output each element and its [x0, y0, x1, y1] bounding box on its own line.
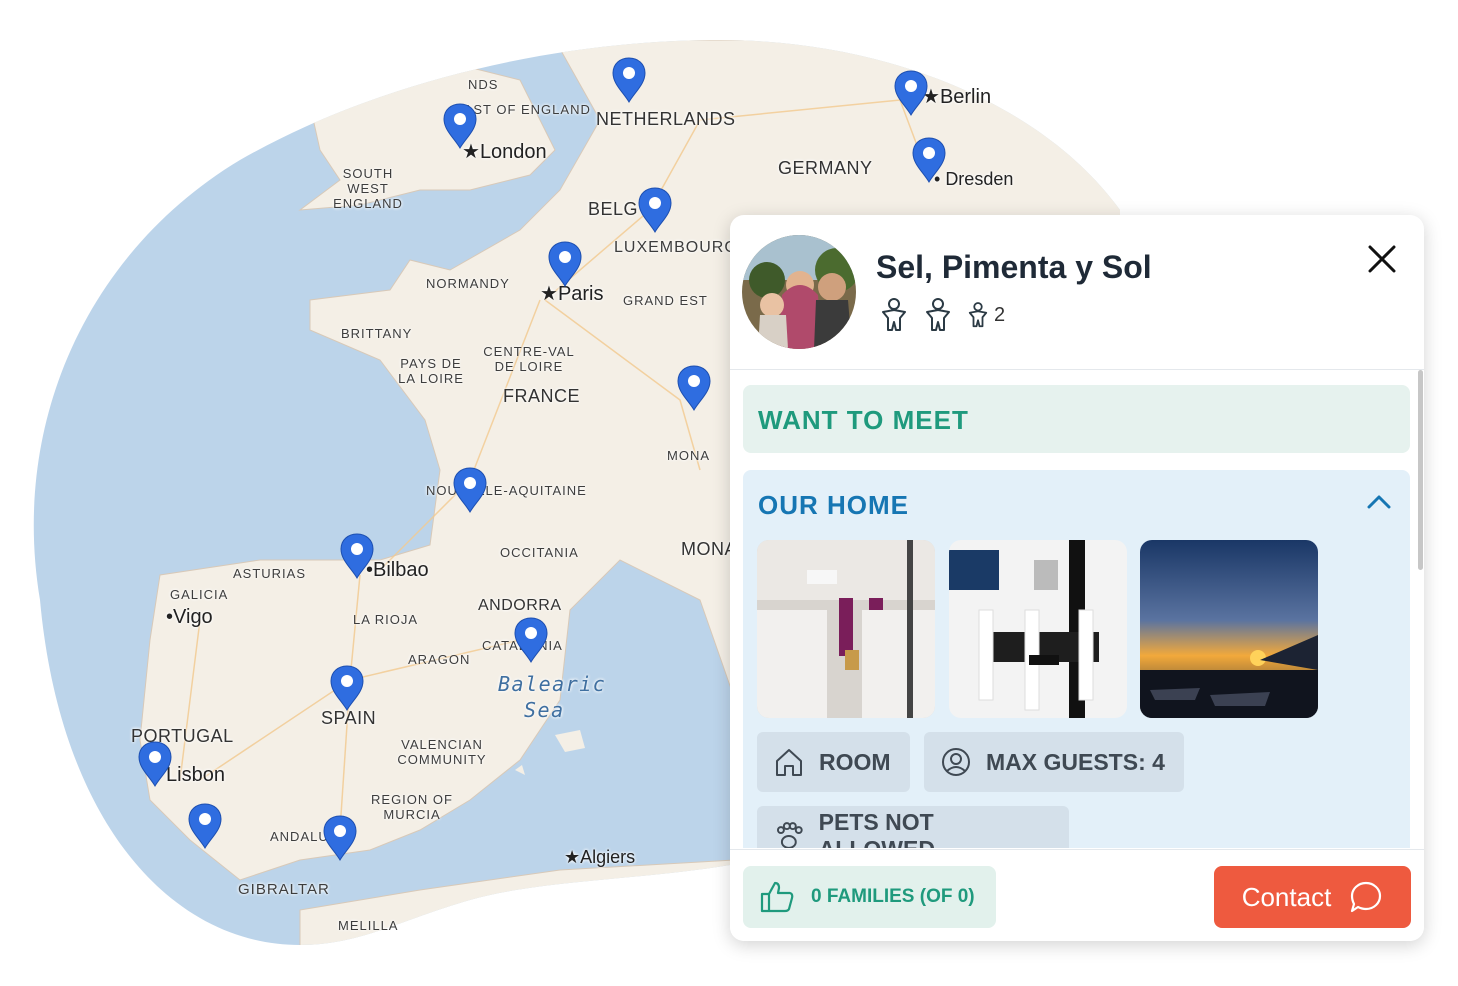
want-to-meet-section[interactable]: WANT TO MEET: [743, 385, 1410, 453]
map-pin-icon[interactable]: [442, 102, 478, 150]
thumbs-up-icon: [760, 881, 794, 913]
map-label-germany: GERMANY: [778, 158, 873, 178]
map-label-galicia: GALICIA: [170, 587, 229, 602]
home-photo-bedroom[interactable]: [757, 540, 935, 718]
map-pin-icon[interactable]: [547, 240, 583, 288]
home-photo-sunset[interactable]: [1140, 540, 1318, 718]
card-scroll-area[interactable]: WANT TO MEET OUR HOME ROOM MAX GUESTS: 4…: [730, 370, 1424, 848]
child-icon: [968, 302, 988, 328]
families-label: 0 FAMILIES (OF 0): [811, 886, 975, 907]
map-pin-icon[interactable]: [911, 136, 947, 184]
home-icon: [776, 749, 802, 776]
map-label-normandy: NORMANDY: [426, 276, 510, 291]
family-card: Sel, Pimenta y Sol 2 WANT TO MEET OUR HO…: [730, 215, 1424, 941]
close-button[interactable]: [1360, 237, 1404, 281]
family-avatar[interactable]: [742, 235, 856, 349]
map-label-nouvelle-aquitaine: NOUVELLE-AQUITAINE: [426, 483, 587, 498]
map-pin-icon[interactable]: [452, 466, 488, 514]
map-label-nds: NDS: [468, 77, 499, 92]
map-label-sea: Sea: [524, 698, 565, 722]
card-footer: 0 FAMILIES (OF 0) Contact: [730, 849, 1424, 941]
tag-room-label: ROOM: [819, 748, 891, 775]
our-home-section: OUR HOME ROOM MAX GUESTS: 4 PETS NOT: [743, 470, 1410, 848]
map-pin-icon[interactable]: [329, 664, 365, 712]
map-label-lisbon: Lisbon: [166, 764, 225, 786]
family-members: 2: [878, 295, 1005, 335]
map-pin-icon[interactable]: [637, 186, 673, 234]
chevron-up-icon[interactable]: [1365, 492, 1393, 512]
card-header: Sel, Pimenta y Sol 2: [730, 215, 1424, 370]
tag-max-guests-label: MAX GUESTS: 4: [986, 748, 1165, 775]
map-pin-icon[interactable]: [611, 56, 647, 104]
map-label-occitania: OCCITANIA: [500, 545, 579, 560]
map-label-aragon: ARAGON: [408, 652, 471, 667]
home-photo-dining[interactable]: [949, 540, 1127, 718]
map-pin-icon[interactable]: [339, 532, 375, 580]
tag-pets: PETS NOT ALLOWED: [757, 806, 1069, 848]
tag-max-guests: MAX GUESTS: 4: [924, 732, 1184, 792]
map-label-bilbao: •Bilbao: [366, 559, 429, 581]
kids-count: 2: [994, 303, 1006, 326]
city-bilbao: Bilbao: [373, 559, 429, 581]
map-label-monaco: MONA: [681, 539, 737, 559]
like-families-button[interactable]: 0 FAMILIES (OF 0): [743, 866, 996, 928]
map-label-pays-de-la-loire: PAYS DE LA LOIRE: [398, 356, 464, 386]
city-berlin: Berlin: [939, 86, 992, 108]
map-pin-icon[interactable]: [137, 740, 173, 788]
map-pin-icon[interactable]: [322, 814, 358, 862]
our-home-title: OUR HOME: [758, 490, 909, 520]
map-label-luxembourg: LUXEMBOURG: [614, 239, 738, 256]
map-label-belgium: BELG: [588, 199, 639, 219]
city-dresden: Dresden: [945, 169, 1014, 189]
map-label-vigo: •Vigo: [166, 606, 213, 628]
map-pin-icon[interactable]: [187, 802, 223, 850]
map-pin-icon[interactable]: [893, 69, 929, 117]
map-label-algiers: ★Algiers: [564, 847, 636, 867]
map-label-france: FRANCE: [503, 386, 581, 406]
map-label-netherlands: NETHERLANDS: [596, 109, 736, 129]
map-label-melilla: MELILLA: [338, 918, 399, 933]
map-label-asturias: ASTURIAS: [233, 566, 307, 581]
scrollbar[interactable]: [1418, 370, 1423, 570]
user-circle-icon: [942, 748, 970, 776]
map-label-gibraltar: GIBRALTAR: [238, 881, 330, 898]
adult-icon: [882, 298, 906, 331]
city-vigo: Vigo: [173, 606, 213, 628]
map-label-la-rioja: LA RIOJA: [353, 612, 419, 627]
chat-bubble-icon: [1351, 881, 1382, 913]
map-label-paris: ★Paris: [540, 283, 604, 305]
map-label-grand-est: GRAND EST: [623, 293, 708, 308]
tag-room: ROOM: [757, 732, 910, 792]
map-label-south-west-england: SOUTH WEST ENGLAND: [333, 166, 403, 211]
map-label-spain: SPAIN: [321, 708, 377, 728]
close-icon: [1368, 245, 1396, 273]
map-label-balearic: Balearic: [498, 672, 607, 696]
map-label-region-of-murcia: REGION OF MURCIA: [371, 792, 453, 822]
paw-icon: [776, 822, 803, 848]
city-algiers: Algiers: [580, 847, 636, 867]
want-to-meet-title: WANT TO MEET: [758, 405, 969, 435]
tag-pets-label: PETS NOT ALLOWED: [818, 809, 935, 848]
map-pin-icon[interactable]: [676, 364, 712, 412]
map-label-andorra: ANDORRA: [478, 597, 562, 614]
city-london: London: [479, 141, 547, 163]
map-label-berlin: ★Berlin: [922, 86, 992, 108]
family-name: Sel, Pimenta y Sol: [876, 249, 1152, 285]
map-label-aosta: MONA: [667, 448, 710, 463]
map-label-valencian-community: VALENCIAN COMMUNITY: [397, 737, 487, 767]
contact-button[interactable]: Contact: [1214, 866, 1411, 928]
map-label-brittany: BRITTANY: [341, 326, 413, 341]
map-label-centre-val-de-loire: CENTRE-VAL DE LOIRE: [483, 344, 575, 374]
adult-icon: [926, 298, 950, 331]
map-pin-icon[interactable]: [513, 616, 549, 664]
contact-label: Contact: [1241, 881, 1332, 912]
